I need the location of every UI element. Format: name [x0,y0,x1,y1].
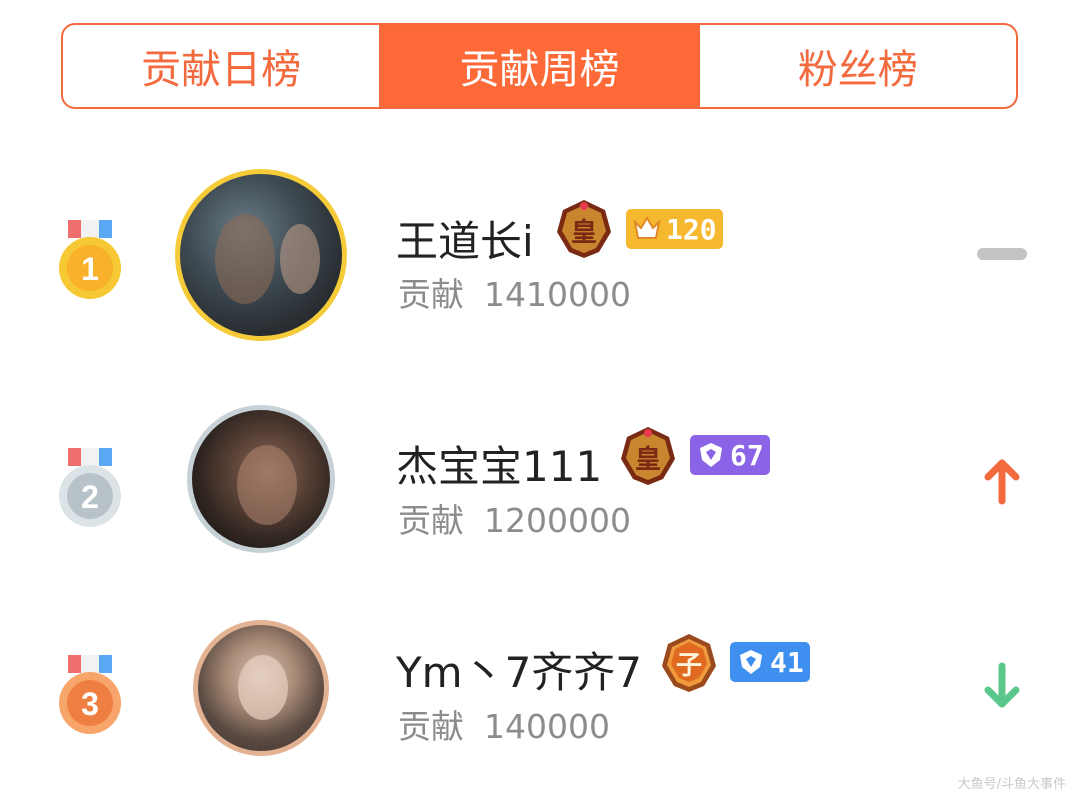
gold-medal-icon: 1 [59,220,121,299]
avatar[interactable] [193,620,329,756]
user-name: 王道长i [396,217,534,266]
svg-text:1: 1 [81,251,99,287]
contribution-value: 贡献 1200000 [398,501,631,540]
svg-text:皇: 皇 [635,445,661,475]
svg-text:皇: 皇 [571,218,597,248]
noble-emperor-badge-icon: 皇 [621,427,675,485]
rank-unchanged-icon [977,248,1027,260]
svg-text:3: 3 [81,686,99,722]
contribution-value: 贡献 1410000 [398,275,631,314]
svg-text:2: 2 [81,479,99,515]
svg-text:子: 子 [676,651,702,681]
rank-up-arrow-icon [984,459,1020,505]
shield-level-icon [740,650,762,674]
ranking-tabs: 贡献日榜 贡献周榜 粉丝榜 [61,23,1018,109]
user-level-badge: 67 [690,435,770,475]
rank-row[interactable]: 3 Ym丶7齐齐7 子 41 贡献 140000 [0,600,1080,800]
avatar[interactable] [187,405,335,553]
user-name: 杰宝宝111 [396,442,603,491]
user-level-badge: 120 [626,209,723,249]
user-level-badge: 41 [730,642,810,682]
bronze-medal-icon: 3 [59,655,121,734]
tab-weekly-contribution[interactable]: 贡献周榜 [379,25,698,107]
noble-emperor-badge-icon: 皇 [557,200,611,258]
watermark: 大鱼号/斗鱼大事件 [957,777,1066,792]
tab-fans[interactable]: 粉丝榜 [697,25,1016,107]
rank-row[interactable]: 2 杰宝宝111 皇 67 贡献 1200000 [0,390,1080,590]
crown-level-icon [633,216,661,239]
rank-row[interactable]: 1 王道长i 皇 120 贡献 1410000 [0,160,1080,360]
tab-daily-contribution[interactable]: 贡献日榜 [63,25,379,107]
shield-level-icon [700,443,722,467]
noble-viscount-badge-icon: 子 [662,634,716,692]
rank-down-arrow-icon [984,662,1020,708]
contribution-value: 贡献 140000 [398,707,610,746]
avatar[interactable] [175,169,347,341]
user-name: Ym丶7齐齐7 [396,648,643,697]
silver-medal-icon: 2 [59,448,121,527]
